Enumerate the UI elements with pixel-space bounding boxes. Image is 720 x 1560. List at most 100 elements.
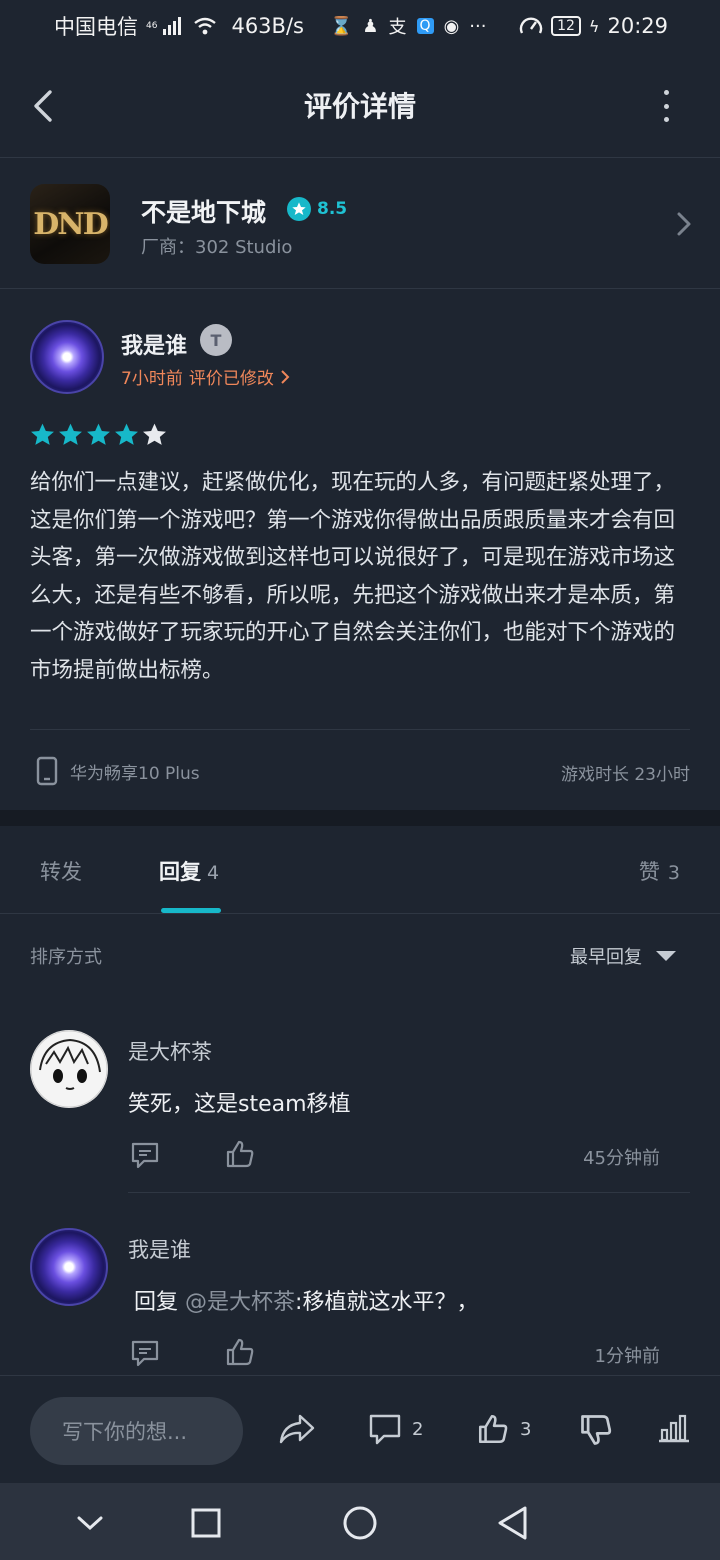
app-header: 评价详情 (0, 52, 720, 158)
divider (30, 729, 690, 730)
stats-button[interactable] (656, 1412, 692, 1444)
nav-home-button[interactable] (340, 1503, 380, 1543)
status-bar: 中国电信 46 463B/s ⌛ ♟ 支 Q ◉ ··· 12 ϟ 20:29 (0, 0, 720, 52)
rating-badge: 8.5 (287, 197, 347, 221)
review-time: 7小时前 (121, 369, 183, 389)
page-title: 评价详情 (303, 89, 416, 123)
tab-forward-label: 转发 (40, 860, 82, 884)
divider (128, 1192, 690, 1193)
network-type: 46 (146, 20, 158, 31)
thumbs-up-icon[interactable] (224, 1336, 256, 1368)
tab-forward[interactable]: 转发 (40, 856, 82, 886)
thumbs-down-icon (581, 1415, 612, 1445)
share-button[interactable] (278, 1412, 316, 1446)
tab-bar: 转发 回复 4 赞3 (0, 826, 720, 914)
comment-item: 我是谁 回复 @是大杯茶:移植就这水平？， 1分钟前 (0, 1228, 720, 1388)
clock: 20:29 (607, 14, 668, 38)
wechat-icon: ◉ (443, 15, 460, 37)
comment-text: 笑死，这是steam移植 (128, 1092, 351, 1117)
reviewer-avatar[interactable] (30, 320, 104, 394)
comment-text: 回复 @是大杯茶:移植就这水平？， (128, 1284, 478, 1316)
like-button[interactable]: 3 (476, 1412, 531, 1446)
dropdown-triangle-icon (656, 951, 676, 961)
reply-icon[interactable] (130, 1338, 160, 1368)
comment-time: 1分钟前 (594, 1346, 660, 1367)
section-separator (0, 810, 720, 826)
charging-icon: ϟ (588, 16, 600, 36)
circle-icon (343, 1506, 377, 1540)
search-app-icon: Q (416, 18, 434, 34)
bar-chart-icon (659, 1414, 689, 1443)
comment-actions: 45分钟前 (130, 1138, 690, 1172)
nav-back-button[interactable] (492, 1503, 532, 1543)
triangle-back-icon (498, 1506, 527, 1540)
more-options-icon[interactable] (656, 90, 676, 122)
system-nav-bar (0, 1483, 720, 1560)
galaxy-avatar (30, 1228, 108, 1306)
thumbs-up-icon (478, 1414, 508, 1444)
status-right: 12 ϟ 20:29 (519, 14, 668, 38)
reply-prefix: 回复 (134, 1290, 179, 1315)
back-arrow-icon[interactable] (28, 86, 58, 126)
comment-icon (369, 1414, 401, 1445)
chevron-right-icon (677, 212, 691, 236)
carrier-label: 中国电信 (54, 15, 138, 39)
net-speed: 463B/s (231, 14, 304, 38)
comment-count: 2 (412, 1418, 424, 1440)
star-rating (30, 422, 167, 447)
game-name: 不是地下城 (141, 198, 267, 227)
star-filled-icon (87, 423, 110, 445)
review-section: 我是谁 T 7小时前 评价已修改 给你们一点建议，赶紧做优化，现在玩的人多，有问… (0, 290, 720, 810)
sort-row: 排序方式 最早回复 (30, 940, 690, 972)
comment-time: 45分钟前 (583, 1148, 660, 1169)
review-detail-screen: 中国电信 46 463B/s ⌛ ♟ 支 Q ◉ ··· 12 ϟ 20:29 … (0, 0, 720, 1560)
notification-icons: ⌛ ♟ 支 Q ◉ ··· (330, 13, 486, 39)
comment-button[interactable]: 2 (368, 1412, 423, 1446)
nav-hide-button[interactable] (70, 1503, 110, 1543)
battery-icon: 12 (551, 16, 581, 36)
wifi-icon (194, 17, 217, 35)
thumbs-up-icon[interactable] (224, 1138, 256, 1170)
tab-like-label: 赞 (638, 860, 660, 884)
vendor-label: 厂商：302 Studio (141, 237, 293, 258)
chevron-down-icon (77, 1516, 103, 1531)
sort-label: 排序方式 (30, 947, 102, 968)
level-badge: T (200, 324, 232, 356)
sort-value: 最早回复 (570, 947, 642, 968)
commenter-avatar[interactable] (30, 1228, 108, 1306)
game-card[interactable]: DND 不是地下城 8.5 厂商：302 Studio (0, 159, 720, 289)
speedometer-icon (519, 17, 543, 34)
nav-recents-button[interactable] (186, 1503, 226, 1543)
commenter-name[interactable]: 是大杯茶 (128, 1036, 212, 1066)
mention-link[interactable]: @是大杯茶 (185, 1290, 295, 1315)
write-comment-input[interactable]: 写下你的想... (30, 1397, 243, 1465)
reply-icon[interactable] (130, 1140, 160, 1170)
more-notifications-icon: ··· (469, 15, 487, 37)
review-edited-label: 评价已修改 (188, 369, 274, 389)
square-icon (191, 1508, 221, 1538)
status-left: 中国电信 46 463B/s (54, 11, 304, 41)
sort-dropdown[interactable]: 最早回复 (570, 943, 676, 969)
phone-icon (36, 756, 58, 786)
commenter-name[interactable]: 我是谁 (128, 1234, 191, 1264)
tab-like[interactable]: 赞3 (639, 856, 680, 886)
signal-icon (163, 17, 182, 35)
star-filled-icon (59, 423, 82, 445)
device-name: 华为畅享10 Plus (70, 763, 200, 784)
tab-reply[interactable]: 回复 4 (159, 856, 219, 886)
playtime: 游戏时长 23小时 (560, 765, 690, 785)
like-count: 3 (520, 1418, 532, 1440)
comment-item: 是大杯茶 笑死，这是steam移植 45分钟前 (0, 1030, 720, 1193)
reviewer-name[interactable]: 我是谁 (121, 328, 187, 360)
device-info: 华为畅享10 Plus (36, 756, 200, 786)
review-meta[interactable]: 7小时前 评价已修改 (121, 364, 290, 389)
dislike-button[interactable] (578, 1412, 614, 1448)
share-icon (279, 1414, 315, 1444)
chevron-right-small-icon (281, 369, 290, 384)
qq-icon: ♟ (362, 15, 379, 37)
commenter-avatar[interactable] (30, 1030, 108, 1112)
alipay-icon: 支 (388, 17, 407, 38)
hourglass-icon: ⌛ (329, 15, 353, 37)
star-empty-icon (143, 423, 166, 445)
star-filled-icon (31, 423, 54, 445)
